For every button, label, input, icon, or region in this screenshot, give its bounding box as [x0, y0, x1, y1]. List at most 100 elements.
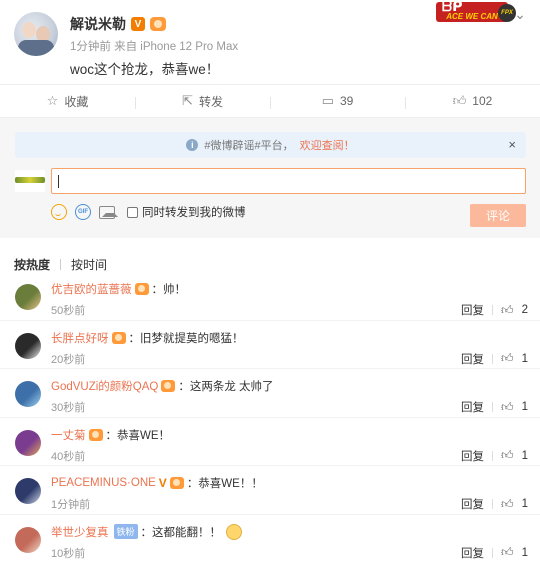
commenter-avatar[interactable] [15, 478, 41, 504]
comment-button[interactable]: ▭ 39 [270, 93, 405, 109]
comment-time: 30秒前 [51, 399, 85, 415]
fan-badge-icon [150, 17, 166, 31]
commenter-avatar[interactable] [15, 333, 41, 359]
commenter-avatar[interactable] [15, 430, 41, 456]
reply-button[interactable]: 回复 [461, 399, 484, 415]
rumor-notice: i #微博辟谣#平台，欢迎查阅！ × [15, 132, 526, 158]
comment-row: GodVUZi的颜粉QAQ ：这两条龙 太帅了 30秒前 回复 👍︎ 1 [0, 369, 540, 418]
comment-input[interactable] [51, 168, 526, 194]
divider [492, 548, 493, 558]
thumbs-up-icon[interactable]: 👍︎ [501, 448, 514, 463]
checkbox-icon[interactable] [127, 207, 138, 218]
reply-button[interactable]: 回复 [461, 351, 484, 367]
fan-badge-icon [161, 380, 175, 392]
comment-like-count: 2 [522, 304, 528, 316]
comment-time: 20秒前 [51, 351, 85, 367]
thumbs-up-icon[interactable]: 👍︎ [501, 400, 514, 415]
brand-logo-mark: ᗷᑭ [442, 0, 463, 15]
comment-line: 一丈菊 ：恭喜WE！ [51, 427, 170, 443]
author-line: 解说米勒 V [70, 14, 166, 34]
my-avatar [15, 170, 45, 192]
comment-text: ：旧梦就提莫的嗯猛！ [129, 330, 244, 346]
comment-line: PEACEMINUS·ONE V ：恭喜WE！！ [51, 475, 263, 491]
comment-like-count: 1 [522, 547, 528, 559]
commenter-name[interactable]: 举世少复真 [51, 524, 109, 540]
divider [492, 451, 493, 461]
brand-logo: ᗷᑭ ACE WE CAN FPX [436, 2, 508, 22]
like-count: 102 [472, 94, 492, 108]
comment-line: 举世少复真 铁粉 ：这都能翻！！ [51, 524, 242, 540]
tab-sort-hot[interactable]: 按热度 [14, 256, 50, 273]
reply-button[interactable]: 回复 [461, 448, 484, 464]
tab-sort-time[interactable]: 按时间 [71, 256, 107, 273]
author-avatar[interactable] [14, 12, 58, 56]
commenter-avatar[interactable] [15, 381, 41, 407]
comment-text: ：恭喜WE！ [106, 427, 171, 443]
divider [492, 499, 493, 509]
commenter-name[interactable]: PEACEMINUS·ONE [51, 477, 156, 489]
submit-comment-button[interactable]: 评论 [470, 204, 526, 227]
commenter-name[interactable]: GodVUZi的颜粉QAQ [51, 378, 158, 394]
thumbs-up-icon[interactable]: 👍︎ [501, 497, 514, 512]
comment-line: GodVUZi的颜粉QAQ ：这两条龙 太帅了 [51, 378, 274, 394]
comment-sort: 按热度 按时间 [14, 256, 107, 273]
image-icon[interactable] [99, 206, 115, 219]
reply-button[interactable]: 回复 [461, 496, 484, 512]
verified-v-icon: V [159, 476, 167, 490]
reply-button[interactable]: 回复 [461, 302, 484, 318]
comment-text: ：恭喜WE！！ [187, 475, 263, 491]
divider [492, 305, 493, 315]
comment-list: 优吉欧的蓝蔷薇 ：帅！ 50秒前 回复 👍︎ 2 长胖点好呀 ：旧梦就提莫的嗯猛… [0, 272, 540, 563]
fan-badge-icon [112, 332, 126, 344]
commenter-avatar[interactable] [15, 284, 41, 310]
comment-time: 50秒前 [51, 302, 85, 318]
notice-link[interactable]: 欢迎查阅！ [300, 137, 355, 153]
close-icon[interactable]: × [508, 137, 516, 152]
comment-line: 优吉欧的蓝蔷薇 ：帅！ [51, 281, 186, 297]
divider [492, 354, 493, 364]
fan-tag: 铁粉 [114, 524, 138, 539]
comment-time: 1分钟前 [51, 496, 90, 512]
divider [60, 259, 61, 270]
like-button[interactable]: 👍︎ 102 [405, 93, 540, 109]
repost-checkbox[interactable]: 同时转发到我的微博 [127, 204, 246, 220]
chevron-down-icon[interactable]: ⌄ [512, 6, 528, 22]
commenter-name[interactable]: 优吉欧的蓝蔷薇 [51, 281, 132, 297]
fan-badge-icon [135, 283, 149, 295]
author-name[interactable]: 解说米勒 [70, 14, 126, 34]
reply-button[interactable]: 回复 [461, 545, 484, 561]
fan-badge-icon [170, 477, 184, 489]
comment-time: 40秒前 [51, 448, 85, 464]
thumbs-up-icon[interactable]: 👍︎ [501, 545, 514, 560]
fan-badge-icon [89, 429, 103, 441]
star-icon: ☆ [47, 93, 59, 109]
comment-like-count: 1 [522, 401, 528, 413]
post-content: woc这个抢龙，恭喜we！ [70, 58, 219, 78]
comment-row: 举世少复真 铁粉 ：这都能翻！！ 10秒前 回复 👍︎ 1 [0, 515, 540, 563]
comment-time: 10秒前 [51, 545, 85, 561]
verified-badge-icon: V [131, 17, 145, 31]
repost-checkbox-label: 同时转发到我的微博 [142, 204, 246, 220]
thumbs-up-icon: 👍︎ [453, 93, 467, 109]
post-action-bar: ☆ 收藏 ⇱ 转发 ▭ 39 👍︎ 102 [0, 84, 540, 118]
repost-label: 转发 [199, 93, 223, 110]
repost-icon: ⇱ [182, 93, 193, 109]
comment-composer: i #微博辟谣#平台，欢迎查阅！ × GIF 同时转发到我的微博 评论 [0, 118, 540, 238]
composer-tools: GIF 同时转发到我的微博 [51, 204, 246, 220]
favorite-button[interactable]: ☆ 收藏 [0, 93, 135, 110]
favorite-label: 收藏 [64, 93, 88, 110]
thumbs-up-icon[interactable]: 👍︎ [501, 303, 514, 318]
notice-text: #微博辟谣#平台， [204, 137, 293, 153]
commenter-name[interactable]: 长胖点好呀 [51, 330, 109, 346]
commenter-name[interactable]: 一丈菊 [51, 427, 86, 443]
comment-row: PEACEMINUS·ONE V ：恭喜WE！！ 1分钟前 回复 👍︎ 1 [0, 466, 540, 515]
comment-row: 长胖点好呀 ：旧梦就提莫的嗯猛！ 20秒前 回复 👍︎ 1 [0, 321, 540, 370]
repost-button[interactable]: ⇱ 转发 [135, 93, 270, 110]
emoji-icon[interactable] [51, 204, 67, 220]
comment-actions: 回复 👍︎ 1 [461, 399, 528, 415]
gif-icon[interactable]: GIF [75, 204, 91, 220]
divider [492, 402, 493, 412]
commenter-avatar[interactable] [15, 527, 41, 553]
thumbs-up-icon[interactable]: 👍︎ [501, 351, 514, 366]
emoji-icon [226, 524, 242, 540]
